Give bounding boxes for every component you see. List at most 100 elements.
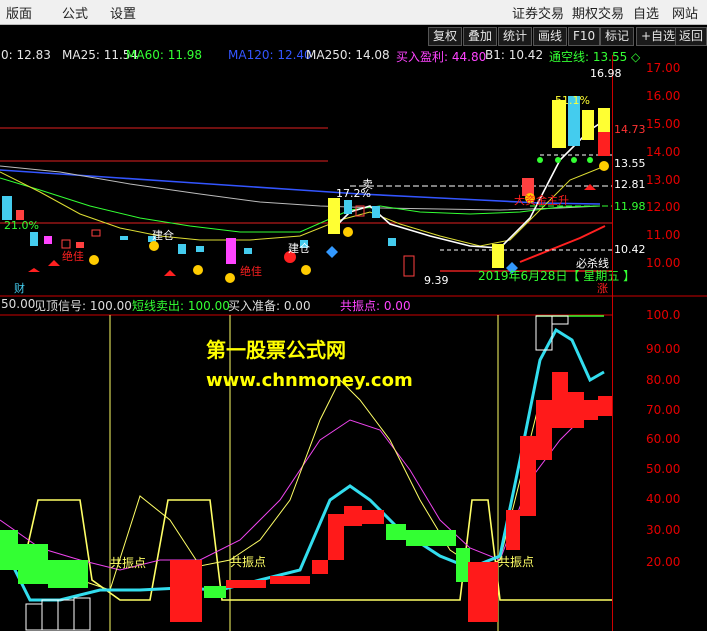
- back-button[interactable]: 返回: [675, 27, 707, 46]
- menu-layout[interactable]: 版面: [6, 3, 32, 22]
- draw-line-button[interactable]: 画线: [533, 27, 568, 46]
- watermark-title: 第一股票公式网: [206, 338, 346, 362]
- jiancang-label-2: 建仓: [288, 242, 310, 255]
- menu-option-trading[interactable]: 期权交易: [572, 3, 624, 22]
- f10-button[interactable]: F10: [568, 27, 601, 46]
- adjust-rights-button[interactable]: 复权: [428, 27, 463, 46]
- red-block: [536, 400, 552, 460]
- candle: [328, 198, 340, 234]
- ma250-line: [0, 165, 601, 211]
- money-bag-icon: [599, 161, 609, 171]
- candle: [178, 244, 186, 254]
- price-marker-low: 9.39: [424, 274, 449, 287]
- overlay-button[interactable]: 叠加: [463, 27, 498, 46]
- indicator-tick: 50.00: [646, 462, 681, 476]
- outline-block: [73, 597, 91, 631]
- green-block: [204, 586, 226, 598]
- top-signal-value: 见顶信号: 100.00: [34, 299, 132, 313]
- magenta-line: [0, 399, 611, 571]
- up-arrow-marker: [164, 270, 176, 276]
- candle: [44, 236, 52, 244]
- green-dot: [537, 157, 543, 163]
- candle: [244, 248, 252, 254]
- watermark-url: www.chnmoney.com: [206, 370, 413, 391]
- candle: [492, 244, 504, 268]
- menu-watchlist[interactable]: 自选: [633, 3, 659, 22]
- price-marker: 11.98: [614, 200, 646, 213]
- candle: [120, 236, 128, 240]
- main-rise-label: 大资金主升: [514, 194, 569, 207]
- buy-profit-value: 买入盈利: 44.80: [396, 50, 487, 64]
- add-watchlist-button[interactable]: +自选: [636, 27, 681, 46]
- indicator-info-bar: 50.00 见顶信号: 100.00 短线卖出: 100.00 买入准备: 0.…: [0, 297, 612, 313]
- resonance-label: 共振点: [230, 555, 267, 569]
- price-tick: 16.00: [646, 89, 681, 103]
- ma25-line: [0, 167, 601, 247]
- statistics-button[interactable]: 统计: [498, 27, 533, 46]
- menu-settings[interactable]: 设置: [110, 3, 136, 22]
- price-tick: 15.00: [646, 117, 681, 131]
- red-block: [270, 576, 310, 584]
- ma120-line: [0, 169, 601, 205]
- candle: [582, 110, 594, 140]
- candle: [598, 132, 610, 156]
- candle: [344, 200, 352, 214]
- thin-yellow-line: [0, 379, 541, 591]
- price-marker-high: 16.98: [590, 67, 622, 80]
- indicator-tick: 40.00: [646, 492, 681, 506]
- money-bag-icon: [89, 255, 99, 265]
- green-dot: [587, 157, 593, 163]
- jueshao-label-2: 绝佳: [240, 265, 262, 278]
- price-tick: 13.00: [646, 173, 681, 187]
- outline-block: [535, 315, 553, 351]
- menu-stock-trading[interactable]: 证券交易: [512, 3, 564, 22]
- diamond-icon: [326, 246, 338, 258]
- menu-bar: 版面 公式 设置 证券交易 期权交易 自选 网站: [0, 0, 707, 25]
- money-bag-icon: [343, 227, 353, 237]
- indicator-tick: 90.00: [646, 342, 681, 356]
- candle: [196, 246, 204, 252]
- chart-toolbar: 复权 叠加 统计 画线 F10 标记 +自选 返回: [0, 25, 707, 47]
- up-arrow-marker: [28, 268, 40, 272]
- green-dot: [555, 157, 561, 163]
- red-block: [520, 436, 536, 516]
- price-tick: 14.00: [646, 145, 681, 159]
- candle: [61, 239, 71, 249]
- signal-markers: [28, 157, 609, 283]
- bisha-line-label: 必杀线: [576, 257, 609, 270]
- jiancang-label: 建仓: [152, 229, 174, 242]
- mark-button[interactable]: 标记: [600, 27, 635, 46]
- candle: [226, 238, 236, 264]
- pct-label-51: 51.1%: [555, 94, 590, 107]
- ma250-value: MA250: 14.08: [306, 48, 390, 62]
- red-block: [506, 510, 520, 550]
- indicator-tick: 70.00: [646, 403, 681, 417]
- green-block: [386, 524, 406, 540]
- red-block: [584, 400, 598, 420]
- candle: [388, 238, 396, 246]
- ma-value-0: 0: 12.83: [1, 48, 51, 62]
- red-block: [226, 580, 266, 588]
- red-block: [170, 560, 202, 622]
- pct-label-21: 21.0%: [4, 219, 39, 232]
- candle: [552, 100, 566, 148]
- red-block: [568, 392, 584, 428]
- red-block: [552, 372, 568, 428]
- resonance-label: 共振点: [498, 555, 535, 569]
- indicator-tick: 100.0: [646, 308, 681, 322]
- menu-formula[interactable]: 公式: [62, 3, 88, 22]
- red-block: [312, 560, 328, 574]
- money-bag-icon: [225, 273, 235, 283]
- indicator-tick: 60.00: [646, 432, 681, 446]
- red-block: [362, 510, 384, 524]
- resonance-value: 共振点: 0.00: [340, 299, 411, 313]
- candle: [372, 206, 380, 218]
- price-chart[interactable]: [0, 0, 707, 631]
- cai-label: 财: [14, 282, 25, 295]
- yellow-signal-line: [0, 499, 612, 601]
- up-arrow-marker: [48, 260, 60, 266]
- resonance-label: 共振点: [110, 556, 147, 570]
- candle: [91, 229, 101, 237]
- price-marker: 12.81: [614, 178, 646, 191]
- menu-website[interactable]: 网站: [672, 3, 698, 22]
